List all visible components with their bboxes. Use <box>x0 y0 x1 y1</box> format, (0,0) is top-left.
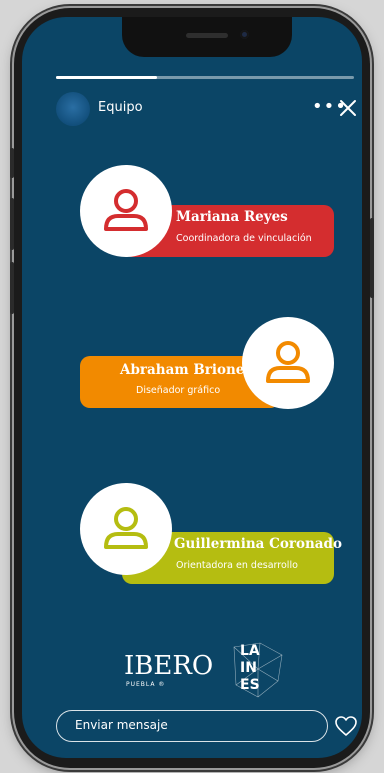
front-camera <box>240 30 249 39</box>
member-role: Orientadora en desarrollo <box>176 560 298 571</box>
member-avatar-circle <box>242 317 334 409</box>
member-avatar-circle <box>80 165 172 257</box>
laines-logo-line-2: IN <box>240 660 257 676</box>
ibero-logo: IBERO <box>124 651 214 681</box>
member-avatar-circle <box>80 483 172 575</box>
user-icon <box>104 507 148 549</box>
phone-notch <box>122 17 292 57</box>
volume-down-button <box>10 262 14 314</box>
member-role: Diseñador gráfico <box>136 385 221 396</box>
member-name: Guillermina Coronado <box>174 536 342 552</box>
story-title[interactable]: Equipo <box>98 100 143 115</box>
member-name: Mariana Reyes <box>176 209 288 225</box>
mute-switch <box>10 148 14 178</box>
laines-logo-line-3: ES <box>240 677 260 693</box>
user-icon <box>266 341 310 383</box>
member-name: Abraham Briones <box>120 362 252 378</box>
laines-logo-line-1: LA <box>240 643 260 659</box>
story-progress-fill <box>56 76 158 79</box>
laines-logo: LA IN ES <box>230 641 286 699</box>
ibero-logo-subtitle: PUEBLA ® <box>126 681 166 688</box>
user-icon <box>104 189 148 231</box>
story-header: Equipo ••• <box>56 92 362 126</box>
volume-up-button <box>10 198 14 250</box>
member-role: Coordinadora de vinculación <box>176 233 312 244</box>
send-message-input[interactable]: Enviar mensaje <box>56 710 328 742</box>
sponsor-logos: IBERO PUEBLA ® LA IN ES <box>22 629 362 699</box>
story-progress-bar <box>56 76 354 79</box>
story-screen: Equipo ••• Mariana Reyes Coordinadora de… <box>22 17 362 758</box>
heart-icon[interactable] <box>334 715 358 737</box>
power-button <box>370 218 374 298</box>
profile-avatar[interactable] <box>56 92 90 126</box>
close-icon[interactable] <box>336 96 360 120</box>
speaker-grille <box>186 33 228 38</box>
